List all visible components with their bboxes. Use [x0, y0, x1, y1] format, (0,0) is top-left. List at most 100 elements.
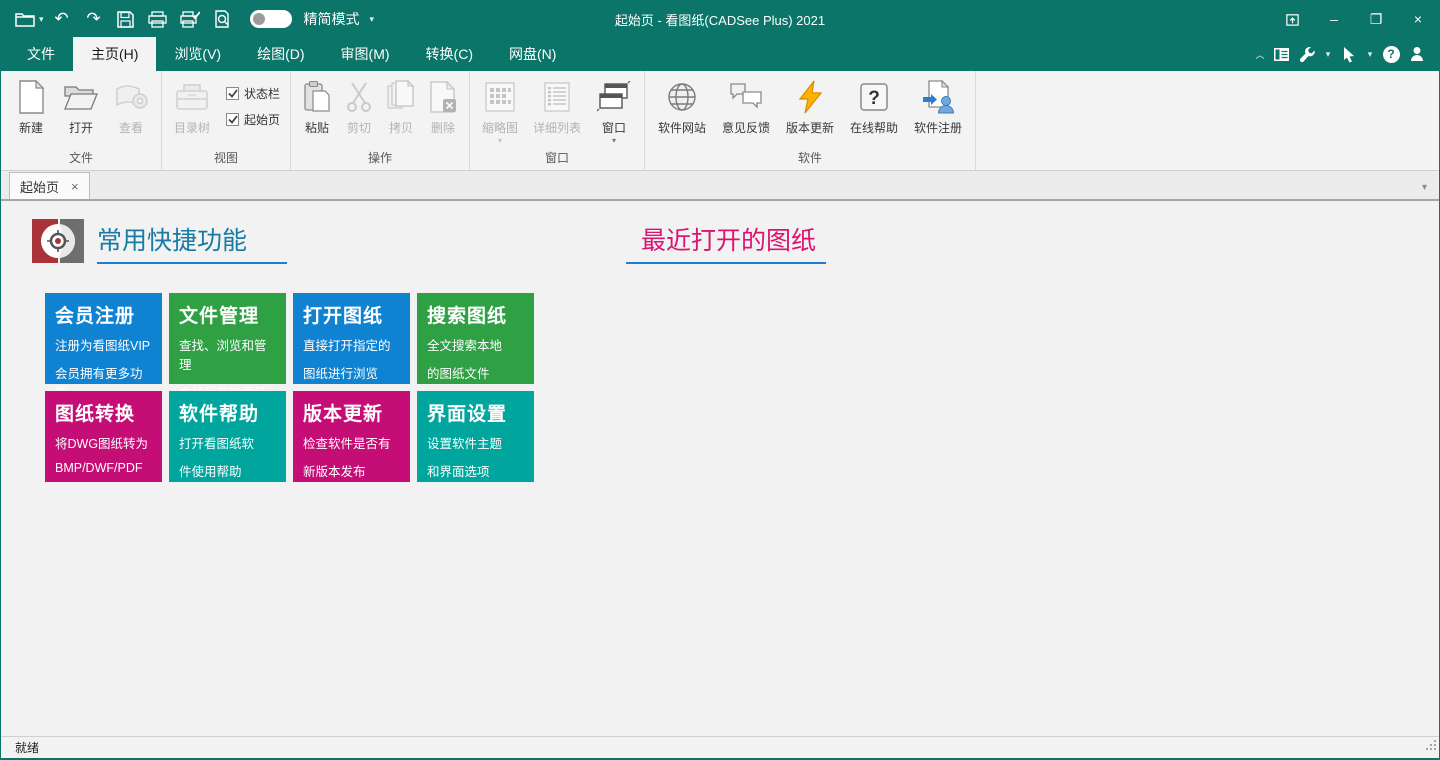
simple-mode-toggle[interactable]	[250, 10, 292, 28]
ribbon: 新建 打开	[1, 71, 1439, 171]
thumbnails-dropdown-chevron: ▾	[498, 136, 502, 146]
feedback-button[interactable]: 意见反馈	[715, 75, 777, 136]
menu-tab-browse[interactable]: 浏览(V)	[156, 37, 239, 71]
tab-label: 起始页	[20, 177, 59, 196]
help-icon[interactable]: ?	[1379, 42, 1403, 66]
title-bar: ▾ ↶ ↷	[1, 1, 1439, 37]
shortcut-tiles: 会员注册 注册为看图纸VIP 会员拥有更多功能 文件管理 查找、浏览和管理 本机…	[45, 293, 534, 482]
checkbox-checked-icon	[226, 113, 239, 126]
toggle-knob	[253, 13, 265, 25]
cascade-windows-icon	[597, 78, 631, 116]
new-document-icon	[16, 78, 46, 116]
ribbon-group-file: 新建 打开	[1, 71, 162, 170]
save-button[interactable]	[112, 6, 140, 32]
ribbon-group-view: 目录树 状态栏 起始页	[162, 71, 291, 170]
window-button[interactable]: 窗口 ▾	[590, 75, 638, 146]
online-help-button[interactable]: ? 在线帮助	[843, 75, 905, 136]
clipboard-paste-icon	[303, 78, 331, 116]
cursor-dropdown-chevron[interactable]: ▾	[1363, 42, 1377, 66]
document-tab-bar: 起始页 × ▾	[1, 171, 1439, 201]
print-button[interactable]	[144, 6, 172, 32]
undo-button[interactable]: ↶	[48, 6, 76, 32]
status-text: 就绪	[15, 739, 39, 756]
cursor-icon[interactable]	[1337, 42, 1361, 66]
menu-tabs: 文件 主页(H) 浏览(V) 绘图(D) 审图(M) 转换(C) 网盘(N)	[1, 37, 574, 71]
directory-tree-icon	[174, 78, 210, 116]
maximize-button[interactable]: ❐	[1355, 4, 1397, 34]
scissors-icon	[344, 78, 374, 116]
tile-file-manage[interactable]: 文件管理 查找、浏览和管理 本机所有的图纸	[169, 293, 286, 384]
tools-wrench-icon[interactable]	[1295, 42, 1319, 66]
new-button[interactable]: 新建	[7, 75, 55, 136]
tile-version-update[interactable]: 版本更新 检查软件是否有 新版本发布	[293, 391, 410, 482]
panel-layout-icon[interactable]	[1269, 42, 1293, 66]
app-logo	[29, 214, 87, 273]
page-magnifier-icon	[214, 10, 230, 28]
menu-tab-home[interactable]: 主页(H)	[73, 37, 156, 71]
startpage-checkbox[interactable]: 起始页	[226, 111, 280, 128]
thumbnails-button: 缩略图 ▾	[476, 75, 524, 146]
open-button[interactable]: 打开	[57, 75, 105, 136]
menu-tab-file[interactable]: 文件	[9, 37, 73, 71]
box-up-arrow-icon	[1285, 12, 1300, 27]
statusbar-checkbox[interactable]: 状态栏	[226, 85, 280, 102]
cut-button: 剪切	[339, 75, 379, 136]
globe-icon	[666, 78, 698, 116]
menu-tab-review[interactable]: 审图(M)	[323, 37, 408, 71]
detail-list-icon	[543, 78, 571, 116]
version-update-button[interactable]: 版本更新	[779, 75, 841, 136]
tab-close-icon[interactable]: ×	[71, 179, 79, 194]
minimize-button[interactable]: –	[1313, 4, 1355, 34]
section-title-shortcuts: 常用快捷功能	[97, 221, 247, 257]
tile-member-register[interactable]: 会员注册 注册为看图纸VIP 会员拥有更多功能	[45, 293, 162, 384]
window-dropdown-chevron[interactable]: ▾	[612, 136, 616, 146]
printer-check-icon	[180, 11, 200, 28]
drawing-scroll-icon	[114, 78, 148, 116]
window-controls: – ❐ ×	[1271, 4, 1439, 34]
open-file-dropdown-chevron[interactable]: ▾	[39, 14, 44, 25]
svg-text:?: ?	[868, 88, 880, 109]
tile-open-drawing[interactable]: 打开图纸 直接打开指定的 图纸进行浏览	[293, 293, 410, 384]
tile-software-help[interactable]: 软件帮助 打开看图纸软 件使用帮助	[169, 391, 286, 482]
tile-drawing-convert[interactable]: 图纸转换 将DWG图纸转为 BMP/DWF/PDF	[45, 391, 162, 482]
software-register-button[interactable]: 软件注册	[907, 75, 969, 136]
thumbnail-grid-icon	[484, 78, 516, 116]
close-button[interactable]: ×	[1397, 4, 1439, 34]
tab-start-page[interactable]: 起始页 ×	[9, 172, 90, 199]
lightning-icon	[797, 78, 823, 116]
menu-tab-cloud[interactable]: 网盘(N)	[491, 37, 574, 71]
tab-list-chevron[interactable]: ▾	[1422, 182, 1427, 193]
tile-search-drawing[interactable]: 搜索图纸 全文搜索本地 的图纸文件	[417, 293, 534, 384]
register-user-icon	[921, 78, 955, 116]
ribbon-group-window: 缩略图 ▾	[470, 71, 645, 170]
quick-access-toolbar: ▾ ↶ ↷	[1, 6, 374, 32]
question-box-icon: ?	[858, 78, 890, 116]
tools-dropdown-chevron[interactable]: ▾	[1321, 42, 1335, 66]
copy-pages-icon	[386, 78, 416, 116]
redo-button[interactable]: ↷	[80, 6, 108, 32]
menu-right-icons: ︿ ▾ ▾ ?	[1253, 37, 1439, 71]
resize-grip[interactable]	[1424, 738, 1437, 756]
tile-ui-settings[interactable]: 界面设置 设置软件主题 和界面选项	[417, 391, 534, 482]
ribbon-group-label: 软件	[651, 147, 969, 170]
software-website-button[interactable]: 软件网站	[651, 75, 713, 136]
menu-tab-convert[interactable]: 转换(C)	[408, 37, 491, 71]
app-window: ▾ ↶ ↷	[0, 0, 1440, 760]
print-setup-button[interactable]	[176, 6, 204, 32]
open-file-button[interactable]	[11, 6, 39, 32]
chat-bubbles-icon	[729, 78, 763, 116]
ribbon-display-button[interactable]	[1271, 4, 1313, 34]
section-title-recent: 最近打开的图纸	[641, 221, 816, 257]
print-preview-button[interactable]	[208, 6, 236, 32]
directory-tree-button: 目录树	[168, 75, 216, 136]
delete-page-icon	[428, 78, 458, 116]
menu-bar: 文件 主页(H) 浏览(V) 绘图(D) 审图(M) 转换(C) 网盘(N) ︿	[1, 37, 1439, 71]
collapse-ribbon-icon[interactable]: ︿	[1253, 42, 1267, 66]
user-account-icon[interactable]	[1405, 42, 1429, 66]
copy-button: 拷贝	[381, 75, 421, 136]
mode-options-chevron[interactable]: ▾	[370, 14, 375, 25]
ribbon-group-edit: 粘贴 剪切	[291, 71, 470, 170]
delete-button: 删除	[423, 75, 463, 136]
ribbon-group-label: 文件	[7, 147, 155, 170]
menu-tab-draw[interactable]: 绘图(D)	[239, 37, 322, 71]
